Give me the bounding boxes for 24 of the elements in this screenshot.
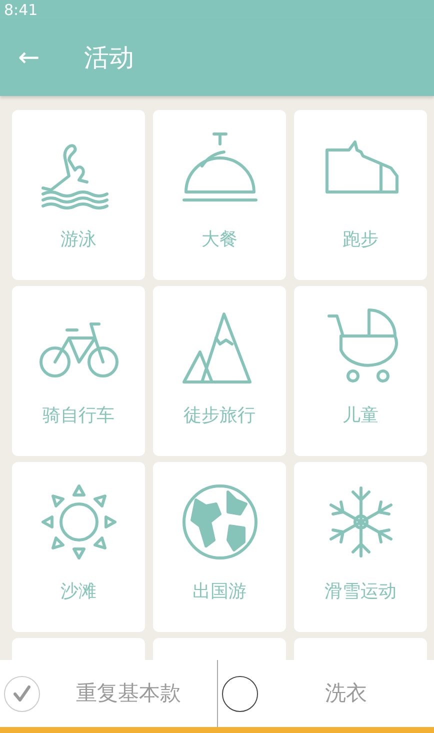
activity-label: 出国游 xyxy=(192,580,246,604)
activity-tile[interactable]: 大餐 xyxy=(153,110,286,280)
activity-label: 骑自行车 xyxy=(42,404,114,428)
activity-tile[interactable]: 出国游 xyxy=(153,462,286,632)
activity-label: 滑雪运动 xyxy=(324,580,396,604)
globe-icon xyxy=(180,482,260,562)
activity-tile[interactable]: 骑自行车 xyxy=(12,286,145,456)
activity-label: 沙滩 xyxy=(60,580,96,604)
activity-label: 游泳 xyxy=(60,228,96,252)
activity-label: 徒步旅行 xyxy=(184,404,256,428)
activity-label: 大餐 xyxy=(202,228,238,252)
screen-title: 活动 xyxy=(84,42,134,74)
activity-tile[interactable]: 沙滩 xyxy=(12,462,145,632)
activity-tile[interactable]: 游泳 xyxy=(12,110,145,280)
activity-tile[interactable]: 儿童 xyxy=(294,286,427,456)
status-time: 8:41 xyxy=(4,1,38,19)
activity-tile[interactable]: 滑雪运动 xyxy=(294,462,427,632)
activity-tile[interactable]: 跑步 xyxy=(294,110,427,280)
activity-tile[interactable]: 徒步旅行 xyxy=(153,286,286,456)
activity-label: 儿童 xyxy=(342,404,378,428)
option-toggle[interactable]: 重复基本款 xyxy=(0,660,216,727)
sun-icon xyxy=(38,482,118,562)
activity-label: 跑步 xyxy=(342,228,378,252)
back-button[interactable]: ← xyxy=(18,45,40,71)
